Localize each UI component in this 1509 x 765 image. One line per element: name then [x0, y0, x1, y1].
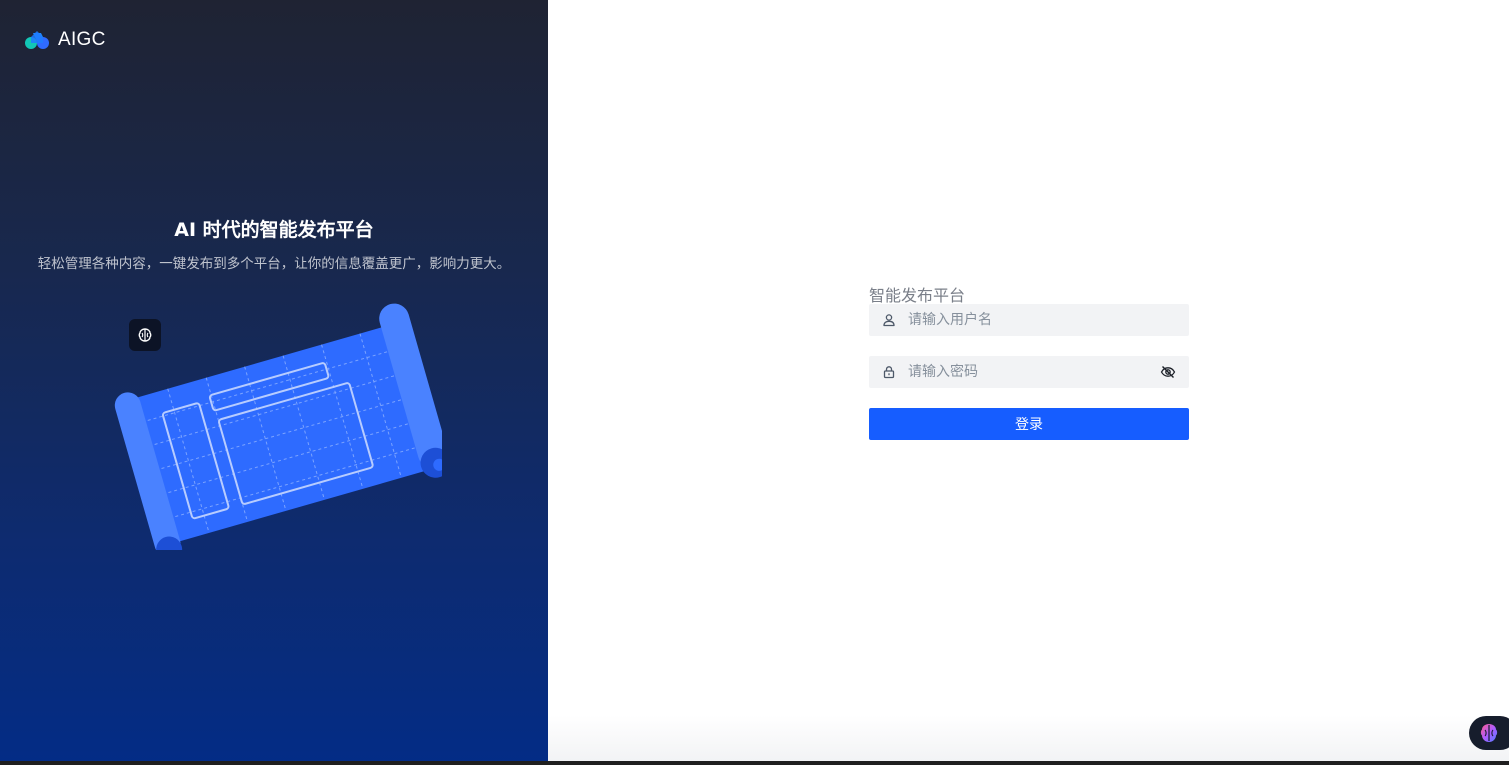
lock-icon — [883, 366, 895, 379]
aigc-logo-icon — [25, 31, 49, 49]
brand-logo[interactable]: AIGC — [24, 27, 106, 53]
login-page: AIGC AI 时代的智能发布平台 轻松管理各种内容，一键发布到多个平台，让你的… — [0, 0, 1509, 765]
hero-panel: AIGC AI 时代的智能发布平台 轻松管理各种内容，一键发布到多个平台，让你的… — [0, 0, 548, 765]
floating-assistant-button[interactable] — [1469, 716, 1509, 750]
login-form-title: 智能发布平台 — [869, 286, 966, 305]
brain-icon — [138, 328, 152, 342]
user-icon — [883, 314, 895, 327]
blueprint-scroll-illustration — [114, 303, 442, 550]
brain-icon — [1480, 724, 1498, 742]
password-input[interactable] — [908, 357, 1160, 387]
window-bottom-edge — [0, 761, 1509, 765]
eye-off-icon[interactable] — [1160, 364, 1176, 380]
hero-title: AI 时代的智能发布平台 — [174, 219, 374, 241]
username-field-wrapper[interactable] — [869, 304, 1189, 336]
login-button[interactable]: 登录 — [869, 408, 1189, 440]
brand-name: AIGC — [58, 29, 106, 50]
brain-badge — [129, 319, 161, 351]
password-field-wrapper[interactable] — [869, 356, 1189, 388]
hero-subtitle: 轻松管理各种内容，一键发布到多个平台，让你的信息覆盖更广，影响力更大。 — [37, 256, 511, 272]
username-input[interactable] — [908, 305, 1189, 335]
